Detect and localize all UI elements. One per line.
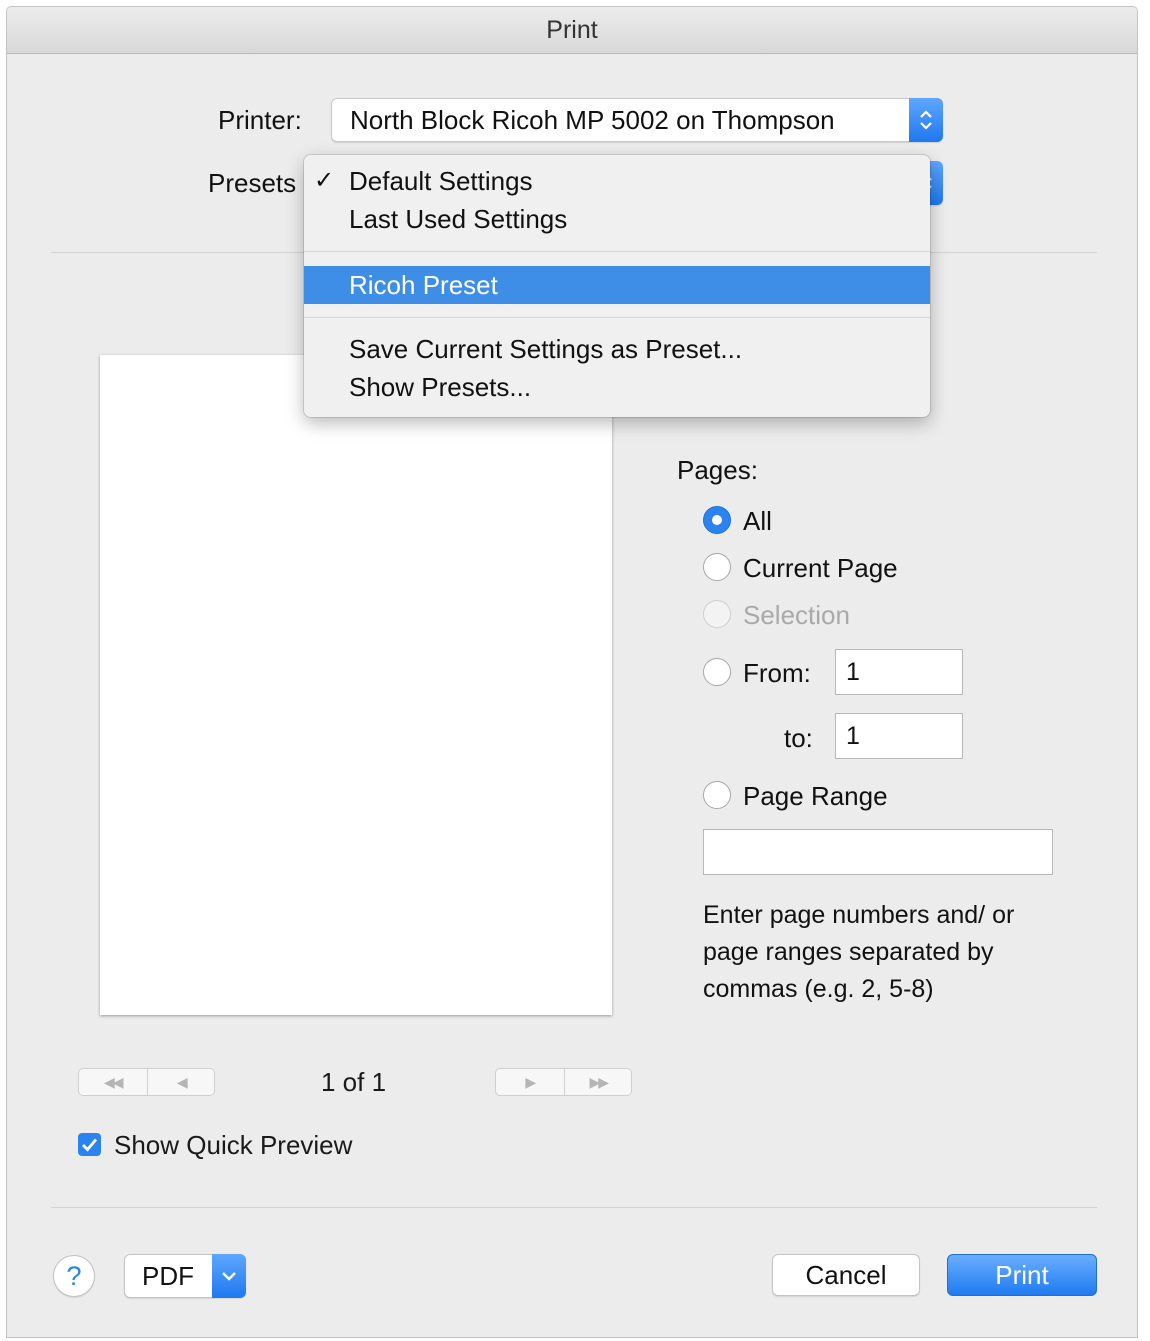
first-page-icon[interactable]: ◀◀: [79, 1069, 147, 1095]
show-quick-preview-checkbox[interactable]: [78, 1133, 101, 1156]
printer-stepper-icon: [909, 98, 943, 142]
menu-item-last-used-settings[interactable]: Last Used Settings: [304, 200, 930, 238]
pdf-label: PDF: [142, 1261, 194, 1291]
window-title: Print: [7, 7, 1137, 54]
radio-page-range-label: Page Range: [743, 781, 888, 811]
to-label: to:: [784, 723, 813, 753]
menu-item-label: Default Settings: [349, 166, 533, 196]
checkmark-icon: [82, 1138, 98, 1152]
menu-item-default-settings[interactable]: ✓ Default Settings: [304, 162, 930, 200]
from-field[interactable]: 1: [835, 649, 963, 695]
chevron-down-icon[interactable]: [212, 1254, 246, 1298]
help-button[interactable]: ?: [53, 1255, 95, 1297]
cancel-button[interactable]: Cancel: [772, 1254, 920, 1296]
menu-item-label: Show Presets...: [349, 372, 532, 402]
printer-value: North Block Ricoh MP 5002 on Thompson: [350, 105, 835, 135]
radio-all-label: All: [743, 506, 772, 536]
checkmark-icon: ✓: [314, 167, 335, 194]
radio-selection-label: Selection: [743, 600, 850, 630]
from-label: From:: [743, 658, 811, 688]
to-field[interactable]: 1: [835, 713, 963, 759]
page-range-help-text: Enter page numbers and/ or page ranges s…: [703, 901, 1015, 1003]
radio-all[interactable]: [703, 506, 731, 534]
bottom-divider: [51, 1207, 1097, 1208]
printer-popup[interactable]: North Block Ricoh MP 5002 on Thompson: [331, 98, 943, 142]
nav-back-group: ◀◀ ◀: [78, 1068, 215, 1096]
menu-item-show-presets[interactable]: Show Presets...: [304, 368, 930, 406]
menu-item-save-current-settings[interactable]: Save Current Settings as Preset...: [304, 330, 930, 368]
radio-current-page-label: Current Page: [743, 553, 898, 583]
pdf-button[interactable]: PDF: [124, 1254, 246, 1298]
page-preview: [100, 355, 612, 1015]
show-quick-preview-label: Show Quick Preview: [114, 1130, 353, 1160]
menu-item-label: Last Used Settings: [349, 204, 568, 234]
menu-item-label: Save Current Settings as Preset...: [349, 334, 743, 364]
radio-page-range[interactable]: [703, 781, 731, 809]
next-page-icon[interactable]: ▶: [496, 1069, 564, 1095]
menu-separator: [304, 251, 930, 252]
menu-separator: [304, 317, 930, 318]
presets-label: Presets: [208, 168, 297, 198]
presets-menu: ✓ Default Settings Last Used Settings Ri…: [304, 155, 930, 417]
nav-forward-group: ▶ ▶▶: [495, 1068, 632, 1096]
menu-item-ricoh-preset[interactable]: Ricoh Preset: [304, 266, 930, 304]
pages-label: Pages:: [677, 455, 758, 485]
radio-selection: [703, 600, 731, 628]
print-button[interactable]: Print: [947, 1254, 1097, 1296]
last-page-icon[interactable]: ▶▶: [563, 1069, 633, 1095]
radio-from[interactable]: [703, 658, 731, 686]
menu-item-label: Ricoh Preset: [349, 270, 498, 300]
print-dialog: Print Printer: North Block Ricoh MP 5002…: [6, 6, 1138, 1338]
page-range-field[interactable]: [703, 829, 1053, 875]
printer-label: Printer:: [218, 105, 302, 135]
page-indicator: 1 of 1: [321, 1067, 387, 1097]
previous-page-icon[interactable]: ◀: [146, 1069, 216, 1095]
radio-current-page[interactable]: [703, 553, 731, 581]
